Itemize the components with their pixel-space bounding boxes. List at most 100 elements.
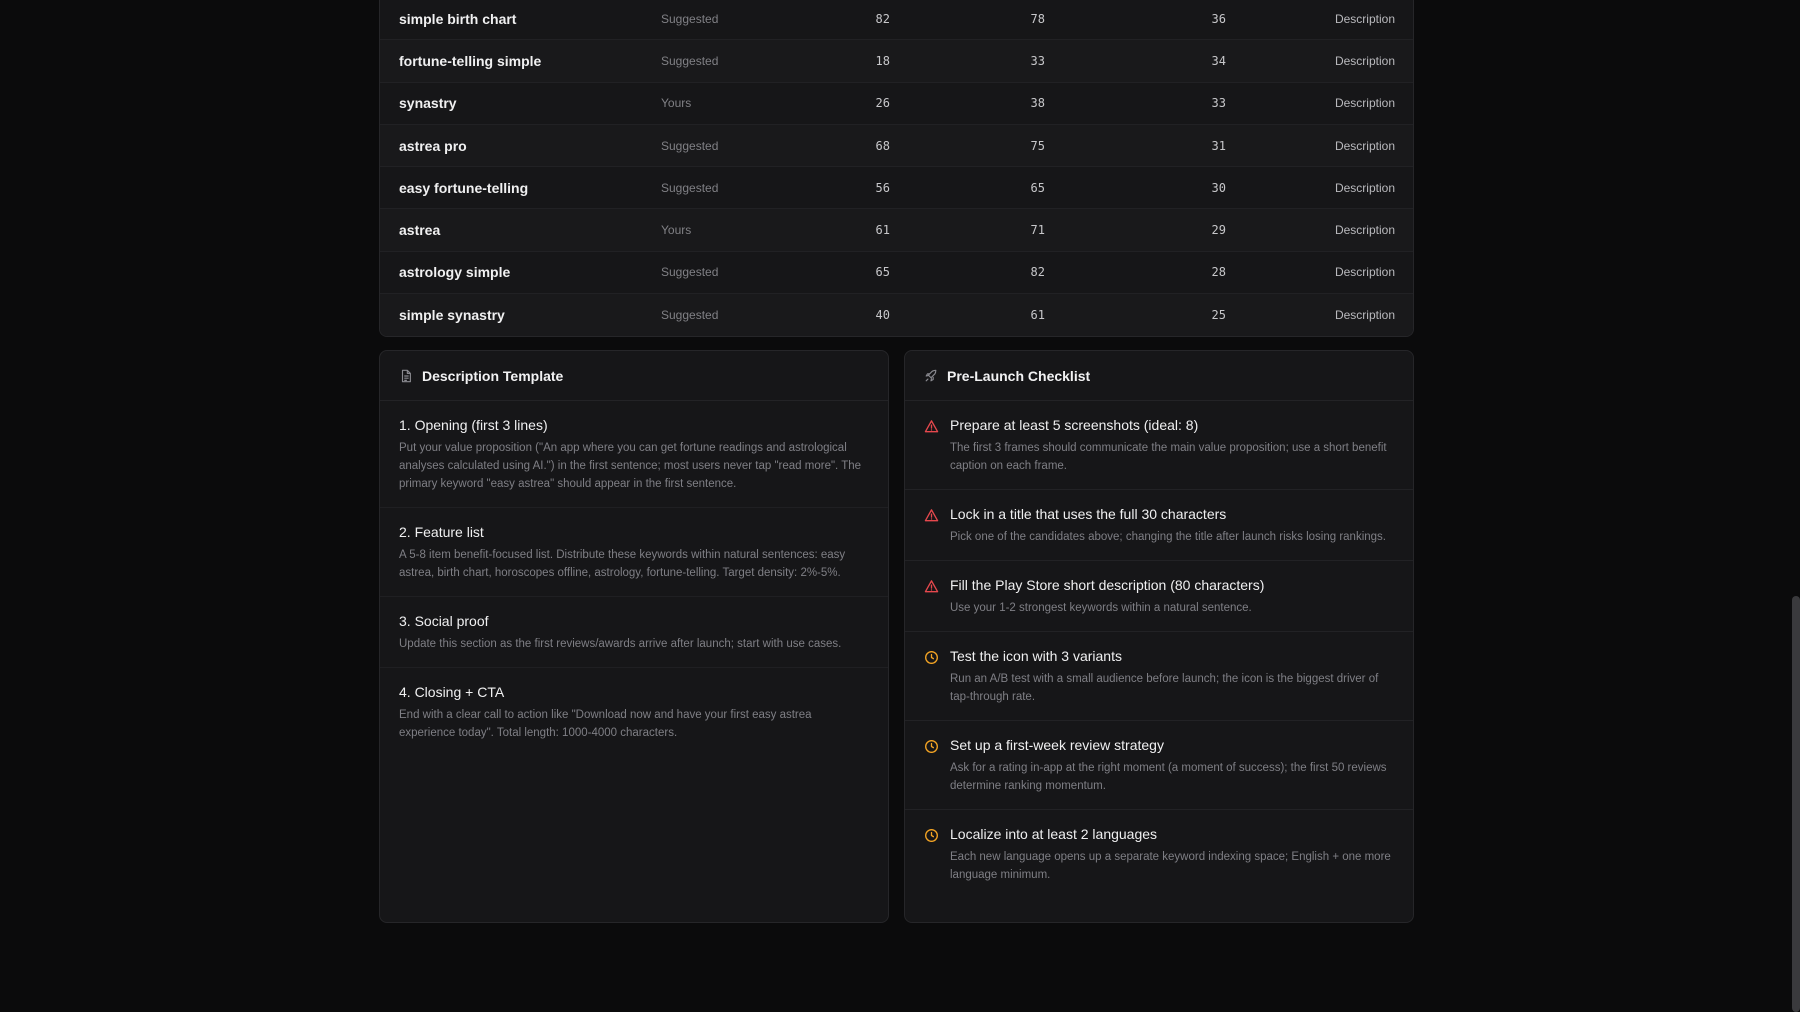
keyword-metric-3: 34 (1211, 53, 1226, 68)
section-title: 3. Social proof (399, 613, 489, 629)
document-icon (401, 369, 411, 382)
keyword-name: simple synastry (399, 307, 505, 324)
warning-triangle-icon (924, 580, 939, 593)
keyword-name: astrea pro (399, 137, 467, 154)
keyword-source: Yours (661, 96, 692, 111)
keyword-source: Suggested (661, 11, 719, 26)
checklist-item-body: Each new language opens up a separate ke… (950, 851, 1391, 881)
warning-triangle-icon (924, 420, 939, 433)
checklist-item-body: The first 3 frames should communicate th… (950, 442, 1387, 472)
keyword-metric-3: 28 (1211, 265, 1226, 280)
description-action[interactable]: Description (1335, 265, 1395, 279)
section-body: Put your value proposition ("An app wher… (399, 442, 862, 490)
card-title: Description Template (422, 367, 564, 384)
card-header: Description Template (380, 351, 888, 401)
keyword-name: astrea (399, 222, 441, 239)
keyword-metric-3: 25 (1211, 308, 1226, 323)
section-body: Update this section as the first reviews… (399, 638, 842, 650)
rocket-icon (925, 369, 937, 381)
keyword-metric-1: 56 (875, 180, 890, 195)
keyword-metric-3: 30 (1211, 180, 1226, 195)
checklist-item-title: Localize into at least 2 languages (950, 826, 1158, 842)
keyword-source: Suggested (661, 53, 719, 68)
keyword-name: easy fortune-telling (399, 179, 529, 196)
section-title: 2. Feature list (399, 524, 484, 540)
keyword-metric-2: 65 (1030, 180, 1045, 195)
description-action[interactable]: Description (1335, 54, 1395, 68)
checklist-item-title: Lock in a title that uses the full 30 ch… (950, 506, 1227, 522)
table-row: easy fortune-telling Suggested 56 65 30 … (380, 167, 1413, 210)
table-row: simple synastry Suggested 40 61 25 Descr… (380, 294, 1413, 337)
table-row: fortune-telling simple Suggested 18 33 3… (380, 40, 1413, 83)
template-section: 2. Feature list A 5-8 item benefit-focus… (380, 508, 888, 597)
keyword-source: Suggested (661, 138, 719, 153)
scrollbar-thumb[interactable] (1792, 596, 1800, 1012)
template-section: 1. Opening (first 3 lines) Put your valu… (380, 401, 888, 508)
checklist-item-body: Ask for a rating in-app at the right mom… (950, 762, 1387, 792)
keyword-source: Suggested (661, 180, 719, 195)
checklist-item: Prepare at least 5 screenshots (ideal: 8… (905, 401, 1413, 490)
keyword-name: fortune-telling simple (399, 52, 542, 69)
keyword-name: astrology simple (399, 264, 511, 281)
description-action[interactable]: Description (1335, 12, 1395, 26)
checklist-item: Set up a first-week review strategy Ask … (905, 721, 1413, 810)
table-row: astrea pro Suggested 68 75 31 Descriptio… (380, 124, 1413, 168)
keyword-metric-3: 31 (1211, 138, 1226, 153)
keyword-metric-1: 82 (875, 11, 890, 26)
checklist-item: Lock in a title that uses the full 30 ch… (905, 490, 1413, 561)
description-action[interactable]: Description (1335, 223, 1395, 237)
keyword-metric-1: 68 (875, 138, 890, 153)
table-row: astrea Yours 61 71 29 Description (380, 209, 1413, 252)
keyword-metric-1: 18 (875, 53, 890, 68)
section-body: End with a clear call to action like "Do… (399, 709, 812, 739)
keyword-metric-2: 71 (1030, 223, 1045, 238)
description-action[interactable]: Description (1335, 308, 1395, 322)
section-title: 1. Opening (first 3 lines) (399, 417, 548, 433)
keyword-metric-3: 36 (1211, 11, 1226, 26)
pending-circle-icon (925, 651, 938, 664)
table-row: synastry Yours 26 38 33 Description (380, 83, 1413, 125)
pending-circle-icon (925, 829, 938, 842)
keyword-metric-2: 33 (1030, 53, 1045, 68)
keyword-metric-1: 26 (875, 96, 890, 111)
keyword-metric-2: 61 (1030, 308, 1045, 323)
keyword-name: synastry (399, 95, 457, 112)
keyword-metric-3: 33 (1211, 96, 1226, 111)
card-title: Pre-Launch Checklist (947, 367, 1091, 384)
checklist-item: Fill the Play Store short description (8… (905, 561, 1413, 632)
description-action[interactable]: Description (1335, 181, 1395, 195)
table-row: simple birth chart Suggested 82 78 36 De… (380, 0, 1413, 41)
keyword-metric-1: 65 (875, 265, 890, 280)
keyword-metric-2: 82 (1030, 265, 1045, 280)
keyword-metric-2: 38 (1030, 96, 1045, 111)
section-title: 4. Closing + CTA (399, 684, 505, 700)
keyword-source: Suggested (661, 308, 719, 323)
section-body: A 5-8 item benefit-focused list. Distrib… (399, 549, 846, 579)
keyword-source: Yours (661, 223, 692, 238)
checklist-item-body: Use your 1-2 strongest keywords within a… (950, 602, 1252, 614)
checklist-item-body: Pick one of the candidates above; changi… (950, 531, 1386, 543)
description-action[interactable]: Description (1335, 96, 1395, 110)
warning-triangle-icon (924, 509, 939, 522)
page: simple birth chart Suggested 82 78 36 De… (0, 0, 1800, 1012)
keyword-name: simple birth chart (399, 10, 517, 27)
keyword-metric-1: 40 (875, 308, 890, 323)
keyword-table: simple birth chart Suggested 82 78 36 De… (379, 0, 1414, 338)
template-section: 3. Social proof Update this section as t… (380, 597, 888, 668)
table-row: astrology simple Suggested 65 82 28 Desc… (380, 252, 1413, 295)
description-action[interactable]: Description (1335, 139, 1395, 153)
checklist-item-title: Set up a first-week review strategy (950, 737, 1164, 753)
checklist-item-body: Run an A/B test with a small audience be… (950, 673, 1379, 703)
checklist-item-title: Test the icon with 3 variants (950, 648, 1122, 664)
keyword-metric-1: 61 (875, 223, 890, 238)
checklist-item-title: Prepare at least 5 screenshots (ideal: 8… (950, 417, 1199, 433)
checklist-item-title: Fill the Play Store short description (8… (950, 577, 1265, 593)
template-section: 4. Closing + CTA End with a clear call t… (380, 668, 888, 756)
description-template-card: Description Template 1. Opening (first 3… (379, 350, 889, 923)
keyword-metric-2: 75 (1030, 138, 1045, 153)
checklist-item: Localize into at least 2 languages Each … (905, 810, 1413, 898)
keyword-source: Suggested (661, 265, 719, 280)
pending-circle-icon (925, 740, 938, 753)
card-header: Pre-Launch Checklist (905, 351, 1413, 401)
keyword-metric-3: 29 (1211, 223, 1226, 238)
